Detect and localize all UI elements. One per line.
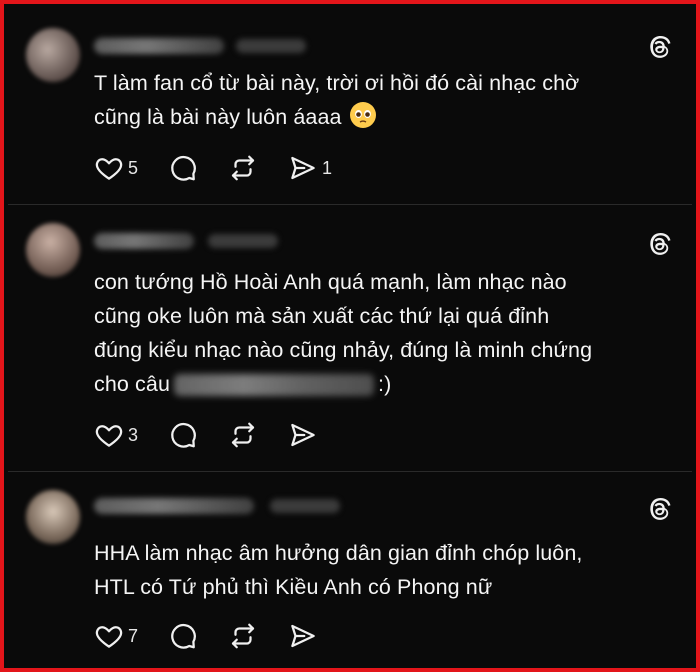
like-button[interactable]: 7 (94, 621, 138, 651)
username-blurred[interactable] (94, 38, 224, 54)
share-icon (288, 420, 318, 450)
share-button[interactable] (288, 420, 318, 450)
share-button[interactable] (288, 621, 318, 651)
post-text-line: con tướng Hồ Hoài Anh quá mạnh, làm nhạc… (94, 270, 567, 294)
pleading-face-emoji-icon (349, 102, 376, 128)
like-button[interactable]: 5 (94, 153, 138, 183)
like-button[interactable]: 3 (94, 420, 138, 450)
heart-icon (94, 621, 124, 651)
username-blurred[interactable] (94, 233, 194, 249)
comment-button[interactable] (168, 621, 198, 651)
post-text-suffix: :) (378, 372, 392, 396)
post-3: HHA làm nhạc âm hưởng dân gian đỉnh chóp… (8, 472, 692, 672)
repost-button[interactable] (228, 153, 258, 183)
like-count: 5 (128, 157, 139, 178)
post-actions: 7 (94, 618, 348, 654)
like-count: 3 (128, 424, 139, 445)
timestamp-blurred (236, 39, 306, 53)
threads-logo-icon (644, 494, 674, 524)
post-text-line: đúng kiểu nhạc nào cũng nhảy, đúng là mi… (94, 338, 593, 362)
post-text-line: HTL có Tứ phủ thì Kiều Anh có Phong nữ (94, 575, 493, 599)
threads-logo-icon (644, 229, 674, 259)
comment-icon (168, 420, 198, 450)
repost-button[interactable] (228, 420, 258, 450)
avatar[interactable] (26, 28, 80, 82)
post-text-line: T làm fan cổ từ bài này, trời ơi hồi đó … (94, 71, 580, 95)
post-1: T làm fan cổ từ bài này, trời ơi hồi đó … (8, 14, 692, 205)
timestamp-blurred (270, 499, 340, 513)
username-blurred[interactable] (94, 498, 254, 514)
avatar[interactable] (26, 490, 80, 544)
share-button[interactable]: 1 (288, 153, 332, 183)
post-text-line: cũng oke luôn mà sản xuất các thứ lại qu… (94, 304, 550, 328)
post-actions: 5 1 (94, 150, 362, 186)
comment-button[interactable] (168, 153, 198, 183)
heart-icon (94, 420, 124, 450)
share-count: 1 (322, 157, 333, 178)
repost-icon (228, 621, 258, 651)
post-actions: 3 (94, 417, 348, 453)
share-icon (288, 153, 318, 183)
screenshot-frame: T làm fan cổ từ bài này, trời ơi hồi đó … (0, 0, 700, 672)
heart-icon (94, 153, 124, 183)
repost-icon (228, 420, 258, 450)
redacted-text-blur (174, 374, 375, 397)
comment-button[interactable] (168, 420, 198, 450)
repost-button[interactable] (228, 621, 258, 651)
post-text: T làm fan cổ từ bài này, trời ơi hồi đó … (94, 66, 652, 134)
share-icon (288, 621, 318, 651)
repost-icon (228, 153, 258, 183)
like-count: 7 (128, 625, 139, 646)
post-text-line: cũng là bài này luôn áaaa (94, 105, 342, 129)
timestamp-blurred (208, 234, 278, 248)
post-text-prefix: cho câu (94, 372, 171, 396)
post-text-line: HHA làm nhạc âm hưởng dân gian đỉnh chóp… (94, 541, 583, 565)
post-2: con tướng Hồ Hoài Anh quá mạnh, làm nhạc… (8, 205, 692, 472)
post-text: HHA làm nhạc âm hưởng dân gian đỉnh chóp… (94, 536, 652, 604)
avatar[interactable] (26, 223, 80, 277)
post-text: con tướng Hồ Hoài Anh quá mạnh, làm nhạc… (94, 265, 652, 401)
comment-icon (168, 621, 198, 651)
threads-logo-icon (644, 32, 674, 62)
comment-icon (168, 153, 198, 183)
